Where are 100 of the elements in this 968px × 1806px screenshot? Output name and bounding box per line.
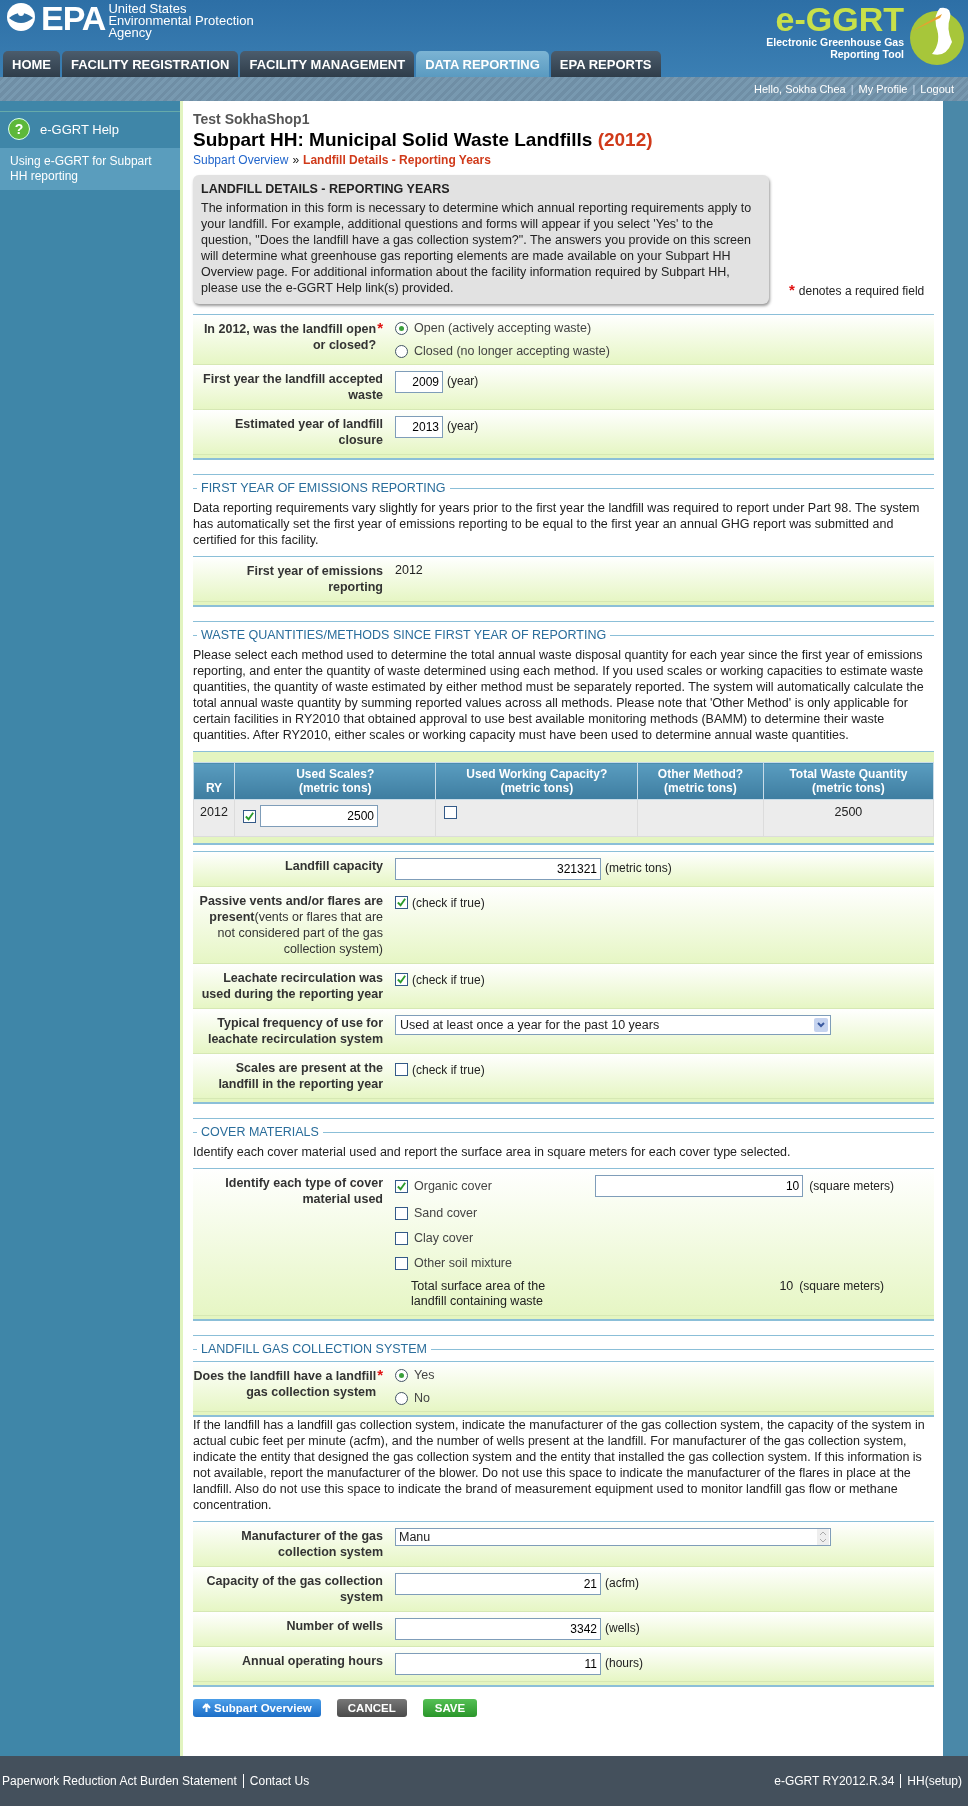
field-label: Annual operating hours xyxy=(242,1653,383,1670)
column-header: Used Scales? (metric tons) xyxy=(234,762,436,800)
column-header: Total Waste Quantity (metric tons) xyxy=(763,762,934,800)
checkbox-label: Organic cover xyxy=(414,1179,492,1193)
info-text: The information in this form is necessary to determine which annual reporting requirements apply to your landfill. For example, additional questions and forms will appear if you select 'Yes' to the question, "Does the landfill have a gas collection system?". The answers you provide on this screen will determine what greenhouse gas reporting elements are made available on your Subpart HH Overview page. For additional information about the facility information required by Subpart HH, please use the e-GGRT Help link(s) provided. xyxy=(201,200,753,296)
checkbox[interactable] xyxy=(395,896,408,909)
link-separator: | xyxy=(912,83,916,95)
scales-input[interactable]: 2500 xyxy=(260,805,378,827)
manufacturer-text-area[interactable]: Manu xyxy=(395,1528,831,1546)
total-value: 10 xyxy=(779,1279,794,1294)
section-title: COVER MATERIALS xyxy=(201,1125,319,1139)
footer-link[interactable]: Paperwork Reduction Act Burden Statement xyxy=(2,1774,237,1788)
area-input[interactable]: 10 xyxy=(595,1175,804,1197)
checkbox[interactable] xyxy=(395,1206,408,1220)
field-label: Number of wells xyxy=(286,1618,383,1635)
field-label: Capacity of the gas collection system xyxy=(205,1573,383,1605)
field-label: Scales are present at the landfill in the reporting year xyxy=(217,1060,383,1092)
field-label: Leachate recirculation was used during the reporting year xyxy=(200,970,383,1002)
field-label: First year of emissions reporting xyxy=(245,563,383,595)
reporting-year: (2012) xyxy=(597,129,653,150)
agency-logo-text: EPA xyxy=(41,2,106,34)
back-button[interactable]: Subpart Overview xyxy=(193,1699,321,1717)
field-label: Identify each type of cover material used xyxy=(224,1175,383,1208)
number-input[interactable]: 21 xyxy=(395,1573,601,1595)
checkbox-label: (check if true) xyxy=(412,895,485,912)
number-input[interactable]: 3342 xyxy=(395,1618,601,1640)
info-title: LANDFILL DETAILS - REPORTING YEARS xyxy=(201,182,451,196)
agency-name: Agency xyxy=(108,27,153,39)
section-title: FIRST YEAR OF EMISSIONS REPORTING xyxy=(201,481,446,495)
checkbox[interactable] xyxy=(395,1063,408,1076)
agency-logo-icon xyxy=(4,2,38,32)
number-input[interactable]: 2009 xyxy=(395,371,443,393)
section-description: Identify each cover material used and report the surface area in square meters for each cover type selected. xyxy=(193,1144,792,1160)
nav-tab[interactable]: EPA REPORTS xyxy=(550,51,661,77)
cancel-button[interactable]: CANCEL xyxy=(336,1699,407,1717)
scroll-arrows-icon xyxy=(817,1529,829,1545)
checkbox-label: Clay cover xyxy=(414,1231,474,1245)
number-input[interactable]: 11 xyxy=(395,1653,601,1675)
checkbox[interactable] xyxy=(395,1231,408,1245)
section-title: LANDFILL GAS COLLECTION SYSTEM xyxy=(201,1342,427,1356)
unit-label: (hours) xyxy=(605,1655,643,1672)
number-input[interactable]: 2013 xyxy=(395,416,443,438)
agency-name: Environmental Protection xyxy=(108,15,254,27)
table-cell: 2012 xyxy=(193,799,235,837)
app-name: Electronic Greenhouse Gas xyxy=(766,36,904,48)
total-label: Total surface area of the landfill containing waste xyxy=(411,1279,547,1309)
radio-label: Yes xyxy=(414,1368,435,1382)
unit-label: (metric tons) xyxy=(605,860,672,877)
required-mark: * xyxy=(377,321,383,338)
unit-label: (acfm) xyxy=(605,1575,639,1592)
field-label: Landfill capacity xyxy=(285,858,383,875)
agency-name: United States xyxy=(108,3,188,15)
breadcrumb-link[interactable]: Landfill Details - Reporting Years xyxy=(303,153,491,167)
required-note: denotes a required field xyxy=(798,284,925,298)
column-header: RY xyxy=(193,762,235,800)
field-label: Typical frequency of use for leachate recirculation system xyxy=(206,1015,383,1047)
unit-label: (year) xyxy=(447,418,479,435)
frequency-dropdown[interactable]: Used at least once a year for the past 10 years xyxy=(395,1015,831,1035)
version-text: HH(setup) xyxy=(907,1774,962,1788)
section-description: Data reporting requirements vary slightly for years prior to the first year the landfill was required to report under Part 98. The system has automatically set the first year of emissions reporting to be equal to the first year an annual GHG report was submitted and certified for this facility. xyxy=(193,500,921,548)
unit-label: (square meters) xyxy=(799,1279,884,1294)
nav-tab[interactable]: HOME xyxy=(3,51,60,77)
section-description: If the landfill has a landfill gas collection system, indicate the manufacturer of the gas collection system, the capacity of the system in actual cubic feet per minute (acfm), and the number of wells present at the landfill. For manufacturer of the gas collection system, indicate the entity that designed the gas collection system and the entity that installed the gas collection system. If this information is not available, report the manufacturer of the blower. Do not use this space to indicate the manufacturer of the flares in place at the landfill. Also do not use this space to indicate the brand of measurement equipment used to monitor landfill gas flow or methane concentration. xyxy=(193,1417,926,1513)
nav-tab[interactable]: FACILITY MANAGEMENT xyxy=(240,51,415,77)
field-label: Does the landfill have a landfill gas collection system xyxy=(193,1368,377,1401)
checkbox[interactable] xyxy=(444,806,458,820)
nav-tab[interactable]: FACILITY REGISTRATION xyxy=(62,51,239,77)
checkbox[interactable] xyxy=(243,809,256,823)
radio-button[interactable] xyxy=(395,321,408,335)
required-mark: * xyxy=(789,284,795,298)
field-label: First year the landfill accepted waste xyxy=(202,371,383,403)
field-label: Estimated year of landfill closure xyxy=(234,416,383,448)
number-input[interactable]: 321321 xyxy=(395,858,601,880)
field-label: In 2012, was the landfill open or closed? xyxy=(202,321,377,354)
app-name: Reporting Tool xyxy=(830,48,904,60)
up-arrow-icon xyxy=(202,1703,211,1713)
facility-name: Test SokhaShop1 xyxy=(193,111,311,127)
radio-label: Open (actively accepting waste) xyxy=(414,321,592,335)
unit-label: (year) xyxy=(447,373,479,390)
radio-label: No xyxy=(414,1391,430,1405)
checkbox-label: (check if true) xyxy=(412,972,485,989)
checkbox[interactable] xyxy=(395,1179,408,1193)
radio-button[interactable] xyxy=(395,344,408,358)
breadcrumb-link[interactable]: Subpart Overview xyxy=(193,153,289,167)
radio-label: Closed (no longer accepting waste) xyxy=(414,344,610,358)
checkbox[interactable] xyxy=(395,973,408,986)
radio-button[interactable] xyxy=(395,1368,408,1382)
version-text: e-GGRT RY2012.R.34 xyxy=(774,1774,895,1788)
field-label: Manufacturer of the gas collection system xyxy=(240,1528,383,1560)
unit-label: (wells) xyxy=(605,1620,640,1637)
table-cell: 2500 xyxy=(763,799,934,837)
dropdown-caret-icon xyxy=(814,1018,828,1032)
section-title: WASTE QUANTITIES/METHODS SINCE FIRST YEAR OF REPORTING xyxy=(201,628,607,642)
required-mark: * xyxy=(377,1368,383,1385)
app-logo-text: e-GGRT xyxy=(775,2,904,36)
help-link[interactable]: e-GGRT Help xyxy=(40,121,119,137)
footer-link[interactable]: Contact Us xyxy=(249,1774,310,1788)
checkbox[interactable] xyxy=(395,1256,408,1270)
checkbox-label: (check if true) xyxy=(412,1062,485,1079)
radio-button[interactable] xyxy=(395,1391,408,1405)
